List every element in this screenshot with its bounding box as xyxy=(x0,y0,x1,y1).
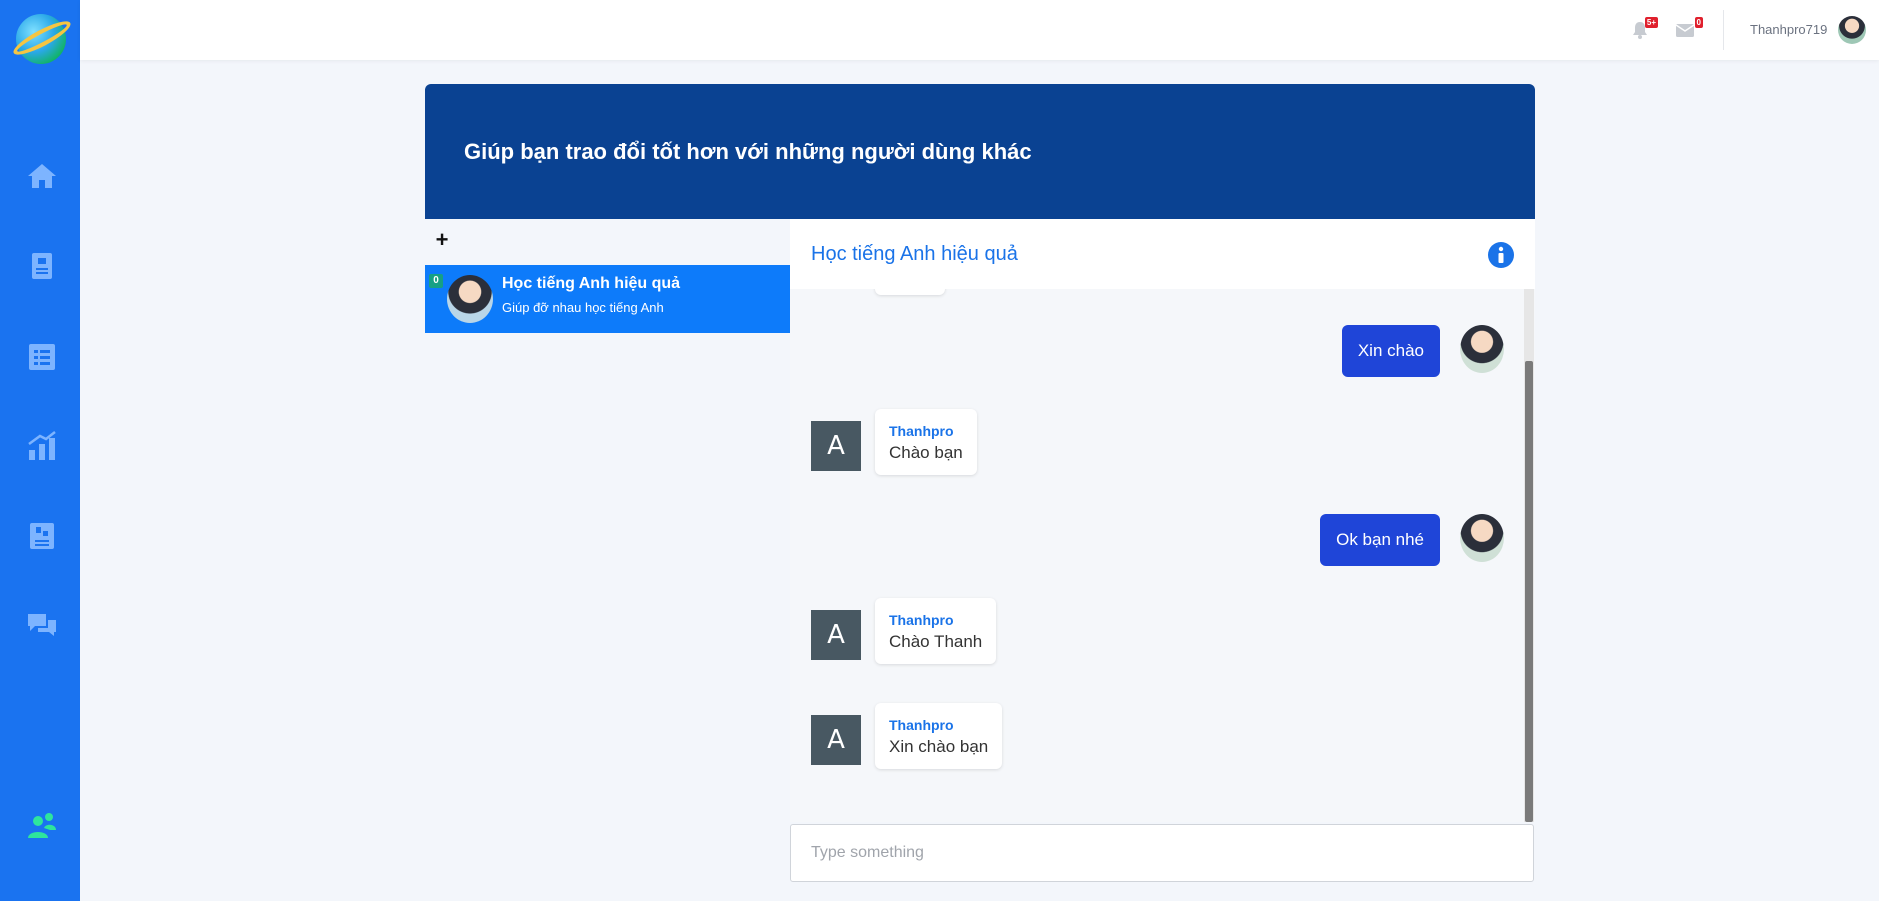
avatar[interactable] xyxy=(1838,16,1866,44)
scrollbar-thumb[interactable] xyxy=(1525,361,1533,822)
conversation-title: Học tiếng Anh hiệu quả xyxy=(502,275,681,292)
message-text: Chào Thanh xyxy=(889,632,983,651)
scrollbar[interactable] xyxy=(1524,289,1534,822)
add-conversation-button[interactable]: + xyxy=(431,229,453,251)
my-avatar xyxy=(1460,514,1504,562)
bell-icon[interactable]: 5+ xyxy=(1630,17,1658,40)
outgoing-message: Xin chào xyxy=(1341,325,1440,377)
sidebar xyxy=(0,0,80,901)
message-input[interactable] xyxy=(791,825,1533,881)
chat-title: Học tiếng Anh hiệu quả xyxy=(811,243,1018,265)
info-icon[interactable] xyxy=(1487,241,1515,269)
incoming-message: Thanhpro Chào bạn xyxy=(875,409,977,475)
sender-name[interactable]: Thanhpro xyxy=(889,612,982,628)
message-text: Chào bạn xyxy=(889,443,963,462)
username[interactable]: Thanhpro719 xyxy=(1750,22,1827,37)
message-input-box xyxy=(790,824,1534,882)
users-icon[interactable] xyxy=(26,810,58,842)
conversation-item[interactable]: 0 Học tiếng Anh hiệu quả Giúp đỡ nhau họ… xyxy=(425,265,790,333)
envelope-icon[interactable]: 0 xyxy=(1675,17,1703,40)
sender-avatar: A xyxy=(811,421,861,471)
topbar-divider xyxy=(1723,10,1724,50)
sender-avatar: A xyxy=(811,715,861,765)
chat-header: Học tiếng Anh hiệu quả xyxy=(790,219,1535,289)
topbar: 5+ 0 Thanhpro719 xyxy=(80,0,1879,60)
sender-name[interactable]: Thanhpro xyxy=(889,423,963,439)
banner: Giúp bạn trao đổi tốt hơn với những ngườ… xyxy=(425,84,1535,219)
message-text: Xin chào xyxy=(1357,341,1424,360)
book-icon[interactable] xyxy=(26,250,58,282)
conversation-list: + 0 Học tiếng Anh hiệu quả Giúp đỡ nhau … xyxy=(425,219,790,901)
outgoing-message: Ok bạn nhé xyxy=(1320,514,1440,566)
my-avatar xyxy=(1460,325,1504,373)
conversation-avatar xyxy=(447,275,493,323)
notifications-badge: 5+ xyxy=(1644,17,1658,28)
chat-panel: Học tiếng Anh hiệu quả Xin chào A Thanhp… xyxy=(790,219,1535,901)
chat-bubbles-icon[interactable] xyxy=(26,610,58,642)
clipboard-checklist-icon[interactable] xyxy=(26,340,58,372)
message-list[interactable]: Xin chào A Thanhpro Chào bạn Ok bạn nhé … xyxy=(790,289,1535,822)
conversation-subtitle: Giúp đỡ nhau học tiếng Anh xyxy=(502,300,664,315)
banner-text: Giúp bạn trao đổi tốt hơn với những ngườ… xyxy=(464,139,1032,164)
bar-chart-icon[interactable] xyxy=(26,430,58,462)
message-bubble-partial xyxy=(875,289,945,295)
messages-badge: 0 xyxy=(1694,17,1703,28)
incoming-message: Thanhpro Xin chào bạn xyxy=(875,703,1003,769)
message-text: Ok bạn nhé xyxy=(1336,530,1424,549)
message-text: Xin chào bạn xyxy=(889,737,989,756)
incoming-message: Thanhpro Chào Thanh xyxy=(875,598,997,664)
dictionary-icon[interactable] xyxy=(26,520,58,552)
sender-avatar: A xyxy=(811,610,861,660)
home-icon[interactable] xyxy=(26,160,58,192)
unread-count-badge: 0 xyxy=(429,274,443,288)
sender-name[interactable]: Thanhpro xyxy=(889,717,988,733)
